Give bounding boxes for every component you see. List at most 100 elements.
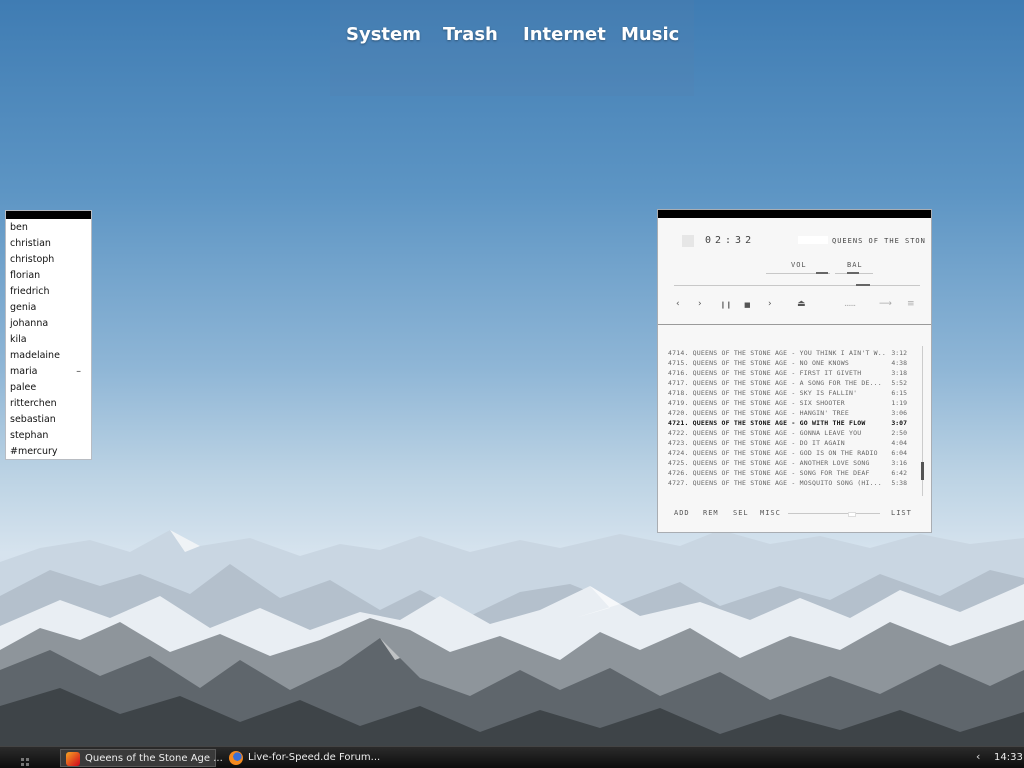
track-title: 4720. QUEENS OF THE STONE AGE - HANGIN' …	[668, 409, 849, 417]
track-duration: 4:04	[891, 439, 907, 447]
contact-item[interactable]: #mercury	[6, 444, 91, 460]
contact-name: maria	[10, 366, 38, 377]
contact-item[interactable]: sebastian	[6, 412, 91, 428]
contact-name: #mercury	[10, 446, 58, 457]
playlist-row[interactable]: 4723. QUEENS OF THE STONE AGE - DO IT AG…	[668, 438, 918, 448]
contact-item[interactable]: palee	[6, 380, 91, 396]
seek-thumb[interactable]	[856, 284, 870, 286]
playlist-row[interactable]: 4716. QUEENS OF THE STONE AGE - FIRST IT…	[668, 368, 918, 378]
contact-item[interactable]: johanna	[6, 316, 91, 332]
contact-name: genia	[10, 302, 37, 313]
playlist-row[interactable]: 4724. QUEENS OF THE STONE AGE - GOD IS O…	[668, 448, 918, 458]
track-title: 4722. QUEENS OF THE STONE AGE - GONNA LE…	[668, 429, 862, 437]
volume-thumb[interactable]	[816, 272, 828, 274]
seek-bar[interactable]	[674, 285, 920, 286]
track-duration: 3:12	[891, 349, 907, 357]
playlist-scroll-thumb[interactable]	[921, 462, 924, 480]
show-desktop-icon[interactable]	[20, 752, 30, 766]
contact-name: johanna	[10, 318, 49, 329]
contact-item[interactable]: genia	[6, 300, 91, 316]
previous-button[interactable]: ‹	[676, 299, 680, 309]
menu-internet[interactable]: Internet	[523, 24, 606, 54]
remove-button[interactable]: REM	[703, 509, 719, 517]
menu-system[interactable]: System	[346, 24, 421, 54]
track-duration: 3:16	[891, 459, 907, 467]
shuffle-button[interactable]: ......	[844, 299, 856, 309]
playlist-row[interactable]: 4719. QUEENS OF THE STONE AGE - SIX SHOO…	[668, 398, 918, 408]
contact-item[interactable]: ben	[6, 220, 91, 236]
tray-expand-icon[interactable]: ‹	[976, 750, 980, 763]
playlist-position-thumb[interactable]	[848, 512, 856, 517]
track-title: 4723. QUEENS OF THE STONE AGE - DO IT AG…	[668, 439, 845, 447]
add-button[interactable]: ADD	[674, 509, 690, 517]
elapsed-time[interactable]: 02:32	[705, 235, 755, 246]
track-title: 4727. QUEENS OF THE STONE AGE - MOSQUITO…	[668, 479, 882, 487]
contact-list-titlebar[interactable]	[6, 211, 91, 219]
contact-name: madelaine	[10, 350, 60, 361]
playlist-row[interactable]: 4720. QUEENS OF THE STONE AGE - HANGIN' …	[668, 408, 918, 418]
misc-button[interactable]: MISC	[760, 509, 781, 517]
contact-item[interactable]: maria –	[6, 364, 91, 380]
select-button[interactable]: SEL	[733, 509, 749, 517]
track-title: 4715. QUEENS OF THE STONE AGE - NO ONE K…	[668, 359, 849, 367]
player-titlebar[interactable]	[658, 210, 931, 218]
contact-status-mark: –	[76, 366, 81, 377]
track-duration: 3:07	[891, 419, 907, 427]
track-duration: 6:42	[891, 469, 907, 477]
track-title: 4718. QUEENS OF THE STONE AGE - SKY IS F…	[668, 389, 858, 397]
track-duration: 6:04	[891, 449, 907, 457]
contact-item[interactable]: friedrich	[6, 284, 91, 300]
player-divider	[658, 324, 931, 325]
playlist-row[interactable]: 4727. QUEENS OF THE STONE AGE - MOSQUITO…	[668, 478, 918, 488]
playlist-position-bar[interactable]	[788, 513, 880, 514]
contact-item[interactable]: christian	[6, 236, 91, 252]
menu-icon[interactable]: ≡	[907, 299, 915, 309]
track-title: 4714. QUEENS OF THE STONE AGE - YOU THIN…	[668, 349, 886, 357]
winamp-icon	[66, 752, 80, 766]
next-button[interactable]: ›	[768, 299, 772, 309]
menu-music-label: Music	[621, 24, 680, 45]
play-button[interactable]: ›	[698, 299, 702, 309]
volume-label: VOL	[791, 261, 807, 269]
contact-item[interactable]: florian	[6, 268, 91, 284]
repeat-button[interactable]: ⟶	[879, 299, 892, 309]
contact-list: ben christian christoph florian friedric…	[6, 219, 91, 460]
playlist-row[interactable]: 4717. QUEENS OF THE STONE AGE - A SONG F…	[668, 378, 918, 388]
track-duration: 3:18	[891, 369, 907, 377]
taskbar-item-browser[interactable]: Live-for-Speed.de Forum...	[224, 749, 384, 767]
playlist-row[interactable]: 4722. QUEENS OF THE STONE AGE - GONNA LE…	[668, 428, 918, 438]
menu-music[interactable]: Music	[621, 24, 679, 54]
firefox-icon	[229, 751, 243, 765]
stop-button[interactable]: ■	[744, 301, 751, 309]
contact-item[interactable]: stephan	[6, 428, 91, 444]
play-state-indicator	[682, 235, 694, 247]
contact-item[interactable]: ritterchen	[6, 396, 91, 412]
eject-button[interactable]: ⏏	[797, 299, 806, 309]
playlist-row[interactable]: 4715. QUEENS OF THE STONE AGE - NO ONE K…	[668, 358, 918, 368]
track-duration: 5:38	[891, 479, 907, 487]
contact-name: friedrich	[10, 286, 50, 297]
menu-trash[interactable]: Trash	[443, 24, 498, 54]
balance-thumb[interactable]	[847, 272, 859, 274]
taskbar-item-player[interactable]: Queens of the Stone Age ...	[60, 749, 223, 767]
track-duration: 5:52	[891, 379, 907, 387]
playlist-row[interactable]: 4714. QUEENS OF THE STONE AGE - YOU THIN…	[668, 348, 918, 358]
playlist-row[interactable]: 4725. QUEENS OF THE STONE AGE - ANOTHER …	[668, 458, 918, 468]
track-title: 4725. QUEENS OF THE STONE AGE - ANOTHER …	[668, 459, 870, 467]
contact-item[interactable]: kila	[6, 332, 91, 348]
menu-trash-label: Trash	[443, 24, 498, 45]
playlist-row[interactable]: 4718. QUEENS OF THE STONE AGE - SKY IS F…	[668, 388, 918, 398]
clock[interactable]: 14:33	[994, 752, 1023, 763]
contact-item[interactable]: madelaine	[6, 348, 91, 364]
track-title: 4717. QUEENS OF THE STONE AGE - A SONG F…	[668, 379, 882, 387]
song-ticker: QUEENS OF THE STON	[832, 237, 926, 245]
playlist-row[interactable]: 4726. QUEENS OF THE STONE AGE - SONG FOR…	[668, 468, 918, 478]
list-button[interactable]: LIST	[891, 509, 912, 517]
track-title: 4716. QUEENS OF THE STONE AGE - FIRST IT…	[668, 369, 862, 377]
contact-item[interactable]: christoph	[6, 252, 91, 268]
playlist-row-current[interactable]: 4721. QUEENS OF THE STONE AGE - GO WITH …	[668, 418, 918, 428]
track-title: 4721. QUEENS OF THE STONE AGE - GO WITH …	[668, 419, 866, 427]
track-duration: 4:38	[891, 359, 907, 367]
pause-button[interactable]: ❙❙	[720, 301, 732, 309]
menu-system-label: System	[346, 24, 421, 45]
